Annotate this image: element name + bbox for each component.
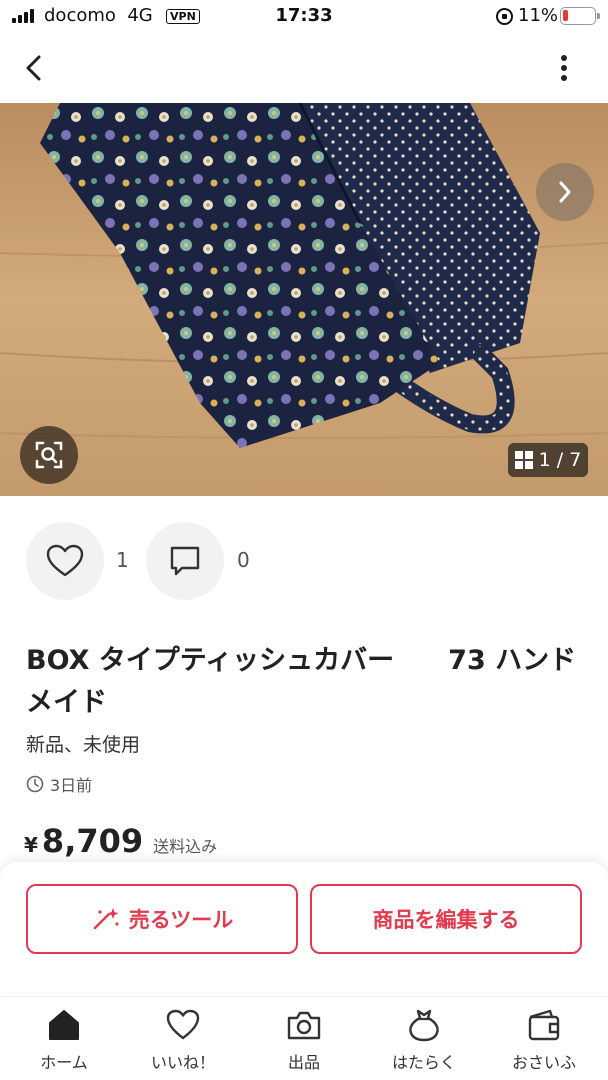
tab-work[interactable]: はたらく [374,1007,474,1077]
comment-button[interactable] [146,522,224,600]
tab-sell[interactable]: 出品 [254,1007,354,1077]
product-image[interactable]: 1 / 7 [0,103,608,496]
sell-tool-label: 売るツール [128,908,234,932]
clock-icon [26,775,44,793]
action-sheet: 売るツール 商品を編集する [0,862,608,992]
tab-bar: ホーム いいね！ 出品 はたらく おさいふ [0,996,608,1080]
lens-search-icon [35,441,63,469]
clock: 17:33 [275,5,333,26]
comment-icon [170,546,200,576]
camera-icon [287,1011,321,1040]
product-photo [0,103,608,496]
top-nav [0,34,608,102]
heart-icon [166,1009,200,1040]
chevron-right-icon [559,181,571,203]
battery-icon [560,7,600,25]
magic-wand-icon [93,908,119,930]
tab-wallet[interactable]: おさいふ [494,1007,594,1077]
image-counter[interactable]: 1 / 7 [508,443,588,477]
status-bar: docomo 4G VPN 17:33 11% [0,0,608,34]
money-bag-icon [409,1009,439,1042]
like-count: 1 [116,548,129,572]
tab-sell-label: 出品 [287,1053,320,1072]
kebab-icon[interactable] [552,54,576,82]
posted-time: 3日前 [26,772,92,796]
like-button[interactable] [26,522,104,600]
tab-home[interactable]: ホーム [14,1007,114,1077]
wallet-icon [528,1009,560,1041]
home-icon [49,1010,79,1040]
heart-icon [46,544,84,577]
edit-item-label: 商品を編集する [372,908,520,932]
item-condition: 新品、未使用 [26,734,141,756]
chevron-left-icon[interactable] [22,54,46,82]
posted-time-text: 3日前 [50,776,93,795]
comment-count: 0 [237,548,250,572]
tab-home-label: ホーム [40,1053,88,1072]
orientation-lock-icon [496,8,513,25]
tab-likes-label: いいね！ [150,1053,215,1072]
price-amount: 8,709 [41,822,144,860]
engagement-row: 1 0 [26,522,586,600]
edit-item-button[interactable]: 商品を編集する [310,884,582,954]
item-title: BOX タイプティッシュカバー 73 ハンドメイド [26,645,577,718]
tab-work-label: はたらく [392,1053,456,1072]
next-image-button[interactable] [536,163,594,221]
image-counter-text: 1 / 7 [538,449,582,471]
sell-tool-button[interactable]: 売るツール [26,884,298,954]
image-search-button[interactable] [20,426,78,484]
tab-wallet-label: おさいふ [511,1053,576,1072]
currency-symbol: ¥ [24,833,38,857]
grid-icon [514,451,533,469]
item-price: ¥ 8,709 送料込み [24,822,217,860]
shipping-label: 送料込み [153,837,218,856]
tab-likes[interactable]: いいね！ [133,1007,233,1077]
battery-percent: 11% [518,5,559,26]
